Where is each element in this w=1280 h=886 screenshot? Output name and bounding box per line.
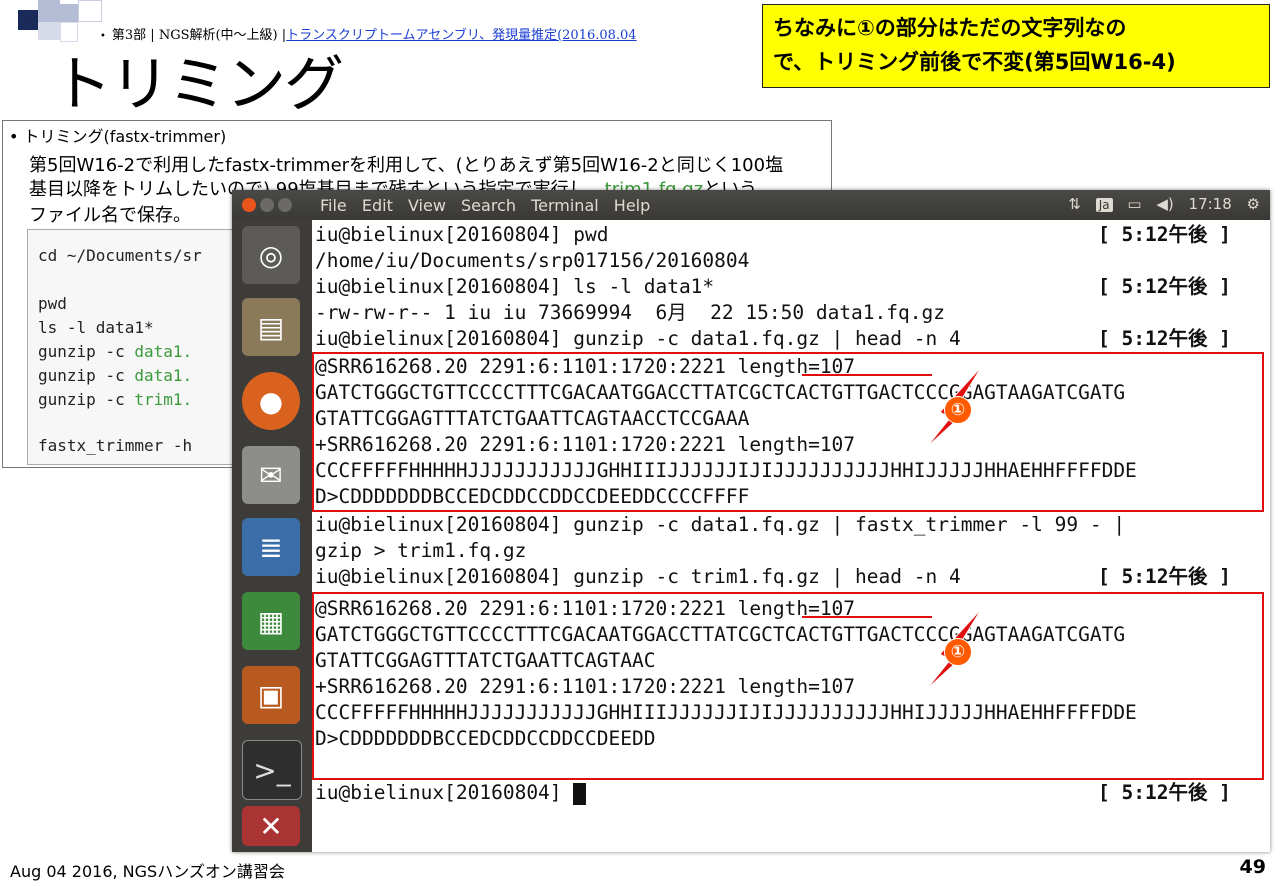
marker-circled-one: ① bbox=[944, 396, 972, 424]
terminal-line: iu@bielinux[20160804] ls -l data1* bbox=[315, 275, 715, 298]
terminal-line: -rw-rw-r-- 1 iu iu 73669994 6月 22 15:50 … bbox=[315, 301, 945, 324]
code-line: gunzip -c data1. bbox=[38, 342, 193, 361]
terminal-prompt-line: iu@bielinux[20160804] bbox=[315, 780, 587, 806]
terminal-window: File Edit View Search Terminal Help ⇅ Ja… bbox=[232, 190, 1270, 852]
menu-view[interactable]: View bbox=[408, 196, 446, 215]
prompt-time: [ 5:12午後 ] bbox=[1098, 223, 1231, 246]
callout-line-2: で、トリミング前後で不変(第5回W16-4) bbox=[773, 50, 1176, 74]
terminal-line: GTATTCGGAGTTTATCTGAATTCAGTAACCTCCGAAA bbox=[315, 407, 750, 430]
impress-icon[interactable]: ▣ bbox=[242, 666, 300, 724]
code-line: fastx_trimmer -h bbox=[38, 436, 193, 455]
system-settings-icon[interactable]: ✕ bbox=[242, 806, 300, 846]
code-line: gunzip -c data1. bbox=[38, 366, 193, 385]
firefox-icon[interactable]: ● bbox=[242, 372, 300, 430]
terminal-line: iu@bielinux[20160804] gunzip -c data1.fq… bbox=[315, 513, 1126, 536]
prompt-time: [ 5:12午後 ] bbox=[1098, 565, 1231, 588]
prompt-time: [ 5:12午後 ] bbox=[1098, 275, 1231, 298]
unity-launcher: ◎ ▤ ● ✉ ≣ ▦ ▣ >_ ✕ bbox=[232, 220, 312, 852]
terminal-line: iu@bielinux[20160804] gunzip -c trim1.fq… bbox=[315, 565, 961, 588]
terminal-line: @SRR616268.20 2291:6:1101:1720:2221 leng… bbox=[315, 355, 856, 378]
terminal-line: CCCFFFFFHHHHHJJJJJJJJJJJGHHIIIJJJJJJIJIJ… bbox=[315, 701, 1137, 724]
menu-search[interactable]: Search bbox=[461, 196, 516, 215]
length-underline bbox=[802, 374, 932, 376]
menu-file[interactable]: File bbox=[320, 196, 347, 215]
terminal-line: iu@bielinux[20160804] gunzip -c data1.fq… bbox=[315, 327, 961, 350]
menu-help[interactable]: Help bbox=[614, 196, 650, 215]
prompt-time: [ 5:12午後 ] bbox=[1098, 327, 1231, 350]
marker-circled-one: ① bbox=[944, 638, 972, 666]
menu-edit[interactable]: Edit bbox=[362, 196, 393, 215]
close-button[interactable] bbox=[242, 198, 256, 212]
system-tray: ⇅ Ja ▭ ◀) 17:18 ⚙ bbox=[1058, 195, 1260, 213]
terminal-line: iu@bielinux[20160804] pwd bbox=[315, 223, 609, 246]
callout-note: ちなみに①の部分はただの文字列なの で、トリミング前後で不変(第5回W16-4) bbox=[762, 4, 1270, 88]
footer-credit: Aug 04 2016, NGSハンズオン講習会 bbox=[10, 862, 285, 881]
maximize-button[interactable] bbox=[278, 198, 292, 212]
breadcrumb: • 第3部 | NGS解析(中～上級) |トランスクリプトームアセンブリ、発現量推… bbox=[100, 28, 637, 42]
terminal-output[interactable]: iu@bielinux[20160804] pwd [ 5:12午後 ] /ho… bbox=[312, 220, 1270, 852]
terminal-icon[interactable]: >_ bbox=[242, 740, 302, 800]
code-line: pwd bbox=[38, 294, 67, 313]
code-line: gunzip -c trim1. bbox=[38, 390, 193, 409]
terminal-line: @SRR616268.20 2291:6:1101:1720:2221 leng… bbox=[315, 597, 856, 620]
code-line: cd ~/Documents/sr bbox=[38, 246, 202, 265]
breadcrumb-section: 第3部 | NGS解析(中～上級) | bbox=[111, 28, 287, 42]
mail-icon[interactable]: ✉ bbox=[242, 446, 300, 504]
terminal-line: gzip > trim1.fq.gz bbox=[315, 539, 527, 562]
doc-heading: • トリミング(fastx-trimmer) bbox=[9, 127, 227, 146]
terminal-line: GTATTCGGAGTTTATCTGAATTCAGTAAC bbox=[315, 649, 656, 672]
doc-text-line: ファイル名で保存。 bbox=[29, 205, 191, 226]
network-icon[interactable]: ⇅ bbox=[1068, 195, 1081, 213]
page-number: 49 bbox=[1239, 856, 1266, 878]
length-underline bbox=[802, 616, 932, 618]
calc-icon[interactable]: ▦ bbox=[242, 592, 300, 650]
doc-text-line: 第5回W16-2で利用したfastx-trimmerを利用して、(とりあえず第5… bbox=[29, 155, 784, 176]
menu-bar: File Edit View Search Terminal Help bbox=[320, 196, 660, 215]
terminal-line: GATCTGGGCTGTTCCCCTTTCGACAATGGACCTTATCGCT… bbox=[315, 381, 1126, 404]
terminal-titlebar: File Edit View Search Terminal Help ⇅ Ja… bbox=[232, 190, 1270, 220]
files-icon[interactable]: ▤ bbox=[242, 298, 300, 356]
text-cursor bbox=[573, 782, 587, 805]
menu-terminal[interactable]: Terminal bbox=[531, 196, 599, 215]
terminal-line: +SRR616268.20 2291:6:1101:1720:2221 leng… bbox=[315, 433, 856, 456]
terminal-line: /home/iu/Documents/srp017156/20160804 bbox=[315, 249, 750, 272]
minimize-button[interactable] bbox=[260, 198, 274, 212]
terminal-line: +SRR616268.20 2291:6:1101:1720:2221 leng… bbox=[315, 675, 856, 698]
breadcrumb-link[interactable]: トランスクリプトームアセンブリ、発現量推定(2016.08.04 bbox=[286, 28, 636, 42]
page-title: トリミング bbox=[52, 50, 344, 120]
volume-icon[interactable]: ◀) bbox=[1156, 195, 1173, 213]
settings-gear-icon[interactable]: ⚙ bbox=[1247, 195, 1260, 213]
writer-icon[interactable]: ≣ bbox=[242, 518, 300, 576]
dash-icon[interactable]: ◎ bbox=[242, 226, 300, 284]
clock[interactable]: 17:18 bbox=[1189, 195, 1232, 213]
terminal-line: CCCFFFFFHHHHHJJJJJJJJJJJGHHIIIJJJJJJIJIJ… bbox=[315, 459, 1137, 482]
callout-line-1: ちなみに①の部分はただの文字列なの bbox=[773, 16, 1127, 40]
input-method-icon[interactable]: Ja bbox=[1095, 198, 1113, 212]
terminal-line: D>CDDDDDDDBCCEDCDDCCDDCCDEEDD bbox=[315, 727, 656, 750]
terminal-line: GATCTGGGCTGTTCCCCTTTCGACAATGGACCTTATCGCT… bbox=[315, 623, 1126, 646]
terminal-line: D>CDDDDDDDBCCEDCDDCCDDCCDEEDDCCCCFFFF bbox=[315, 485, 750, 508]
battery-icon[interactable]: ▭ bbox=[1127, 195, 1141, 213]
prompt-time: [ 5:12午後 ] bbox=[1098, 781, 1231, 804]
code-line: ls -l data1* bbox=[38, 318, 154, 337]
